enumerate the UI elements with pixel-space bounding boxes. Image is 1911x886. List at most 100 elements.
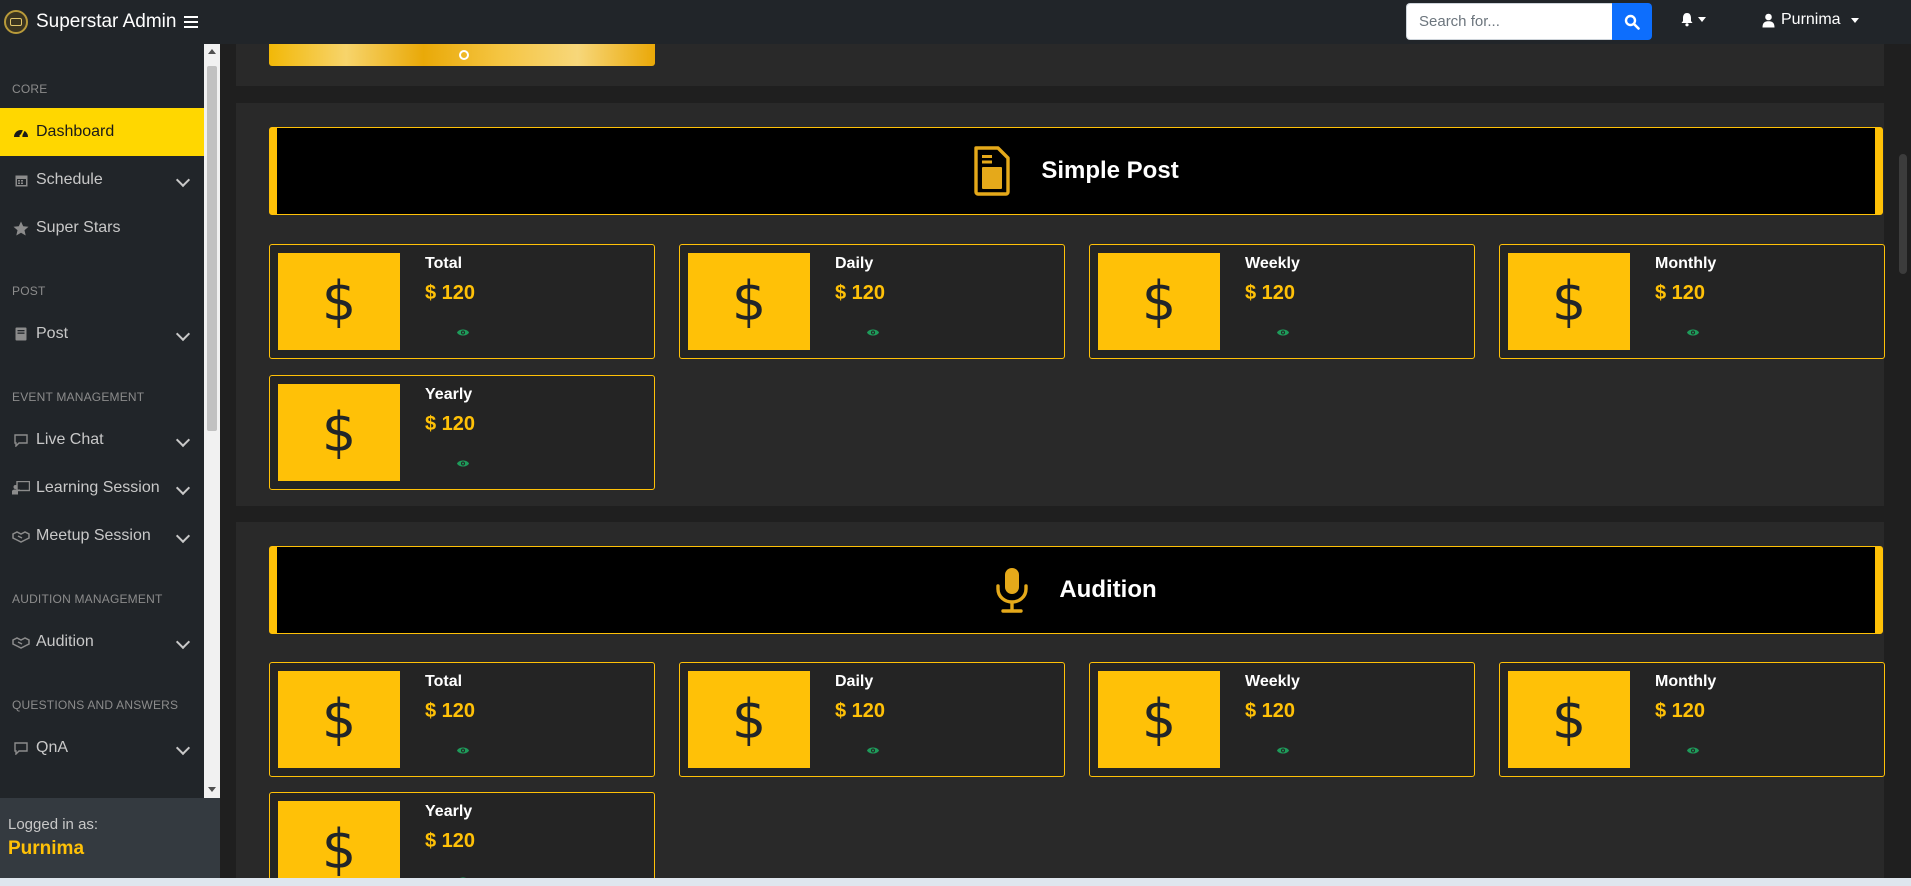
chevron-down-icon [1698,17,1706,22]
section-title: Audition [1059,576,1157,603]
notifications-dropdown[interactable] [1680,12,1706,27]
card-title: Monthly [1655,673,1717,690]
sidebar-item-live-chat[interactable]: Live Chat [0,416,204,464]
sidebar-item-label: Schedule [36,171,103,188]
sidebar-menu: CORE Dashboard Schedule Super Stars POST [0,44,204,798]
sidebar-heading-audition-management: AUDITION MANAGEMENT [12,592,163,606]
card-value: $ 120 [425,830,476,852]
sidebar-item-qna[interactable]: QnA [0,724,204,772]
top-navbar: Superstar Admin Purnima [0,0,1911,44]
card-title: Weekly [1245,673,1300,690]
previous-banner [269,44,655,66]
section-audition: Audition $ Total $ 120 $ Daily $ 120 $ W… [236,522,1885,886]
sidebar-item-label: Meetup Session [36,527,151,544]
eye-icon[interactable] [1276,324,1290,342]
logged-in-user: Purnima [8,838,85,859]
sidebar-item-post[interactable]: Post [0,310,204,358]
eye-icon[interactable] [1276,742,1290,760]
section-title: Simple Post [1041,157,1179,184]
card-title: Yearly [425,803,473,820]
user-dropdown[interactable]: Purnima [1762,11,1859,29]
page-scrollbar[interactable] [1895,44,1911,886]
sidebar-item-schedule[interactable]: Schedule [0,156,204,204]
eye-icon[interactable] [866,742,880,760]
sidebar-item-label: Learning Session [36,479,160,496]
sidebar-item-label: Dashboard [36,123,115,140]
eye-icon[interactable] [456,324,470,342]
stat-card-weekly: $ Weekly $ 120 [1089,244,1475,359]
sidebar-item-audition[interactable]: Audition [0,618,204,666]
chevron-down-icon [175,432,191,448]
dollar-icon: $ [278,801,400,886]
sidebar-toggle-icon[interactable] [184,16,199,28]
eye-icon[interactable] [456,455,470,473]
sidebar-item-label: Audition [36,633,94,650]
handshake-icon [12,530,30,543]
brand-logo [4,10,28,34]
sidebar-item-meetup-session[interactable]: Meetup Session [0,512,204,560]
sidebar-item-label: Live Chat [36,431,104,448]
section-banner: Audition [269,546,1883,634]
card-value: $ 120 [425,413,476,435]
sidebar-item-super-stars[interactable]: Super Stars [0,204,204,252]
previous-section-panel [236,44,1884,86]
chat-icon [12,741,30,755]
stat-card-monthly: $ Monthly $ 120 [1499,662,1885,777]
stat-card-weekly: $ Weekly $ 120 [1089,662,1475,777]
card-value: $ 120 [425,700,476,722]
stat-card-yearly: $ Yearly $ 120 [269,792,655,886]
sidebar-item-label: QnA [36,739,69,756]
document-icon [974,146,1011,196]
stat-card-total: $ Total $ 120 [269,244,655,359]
sidebar-heading-event-management: EVENT MANAGEMENT [12,390,145,404]
stat-card-daily: $ Daily $ 120 [679,662,1065,777]
eye-icon[interactable] [866,324,880,342]
card-value: $ 120 [425,282,476,304]
sidebar-item-dashboard[interactable]: Dashboard [0,108,204,156]
dollar-icon: $ [1508,253,1630,350]
chevron-down-icon [175,172,191,188]
logged-in-label: Logged in as: [8,816,99,833]
handshake-icon [12,636,30,649]
card-value: $ 120 [1655,282,1706,304]
bell-icon [1681,13,1693,27]
chevron-down-icon [175,634,191,650]
card-title: Weekly [1245,255,1300,272]
microphone-icon [996,568,1029,613]
card-value: $ 120 [835,700,886,722]
sidebar: CORE Dashboard Schedule Super Stars POST [0,44,220,886]
user-icon [1762,13,1775,27]
sidebar-footer: Logged in as: Purnima [0,798,220,886]
eye-icon[interactable] [1686,742,1700,760]
chevron-down-icon [175,740,191,756]
scroll-up-icon[interactable] [208,49,216,54]
window-bottom-edge [0,878,1911,886]
card-title: Daily [835,673,874,690]
sidebar-item-learning-session[interactable]: Learning Session [0,464,204,512]
chevron-down-icon [175,480,191,496]
scrollbar-thumb[interactable] [207,66,217,431]
sidebar-item-label: Super Stars [36,219,121,236]
sidebar-heading-post: POST [12,284,46,298]
main-content: Simple Post $ Total $ 120 $ Daily $ 120 … [220,44,1895,886]
user-name: Purnima [1781,11,1841,28]
eye-icon[interactable] [456,742,470,760]
search-button[interactable] [1612,3,1652,40]
card-value: $ 120 [1245,282,1296,304]
gauge-icon [12,125,30,139]
search-input[interactable] [1406,3,1612,40]
search-form [1406,3,1652,40]
scroll-down-icon[interactable] [208,787,216,792]
dollar-icon: $ [278,671,400,768]
sidebar-scrollbar[interactable] [204,44,220,798]
brand[interactable]: Superstar Admin [0,0,199,44]
brand-title: Superstar Admin [36,11,177,32]
card-title: Monthly [1655,255,1717,272]
sidebar-item-label: Post [36,325,69,342]
eye-icon[interactable] [1686,324,1700,342]
scrollbar-thumb[interactable] [1899,154,1907,274]
card-value: $ 120 [1655,700,1706,722]
dollar-icon: $ [688,253,810,350]
search-icon [1624,14,1640,30]
sidebar-heading-questions-and-answers: QUESTIONS AND ANSWERS [12,698,179,712]
